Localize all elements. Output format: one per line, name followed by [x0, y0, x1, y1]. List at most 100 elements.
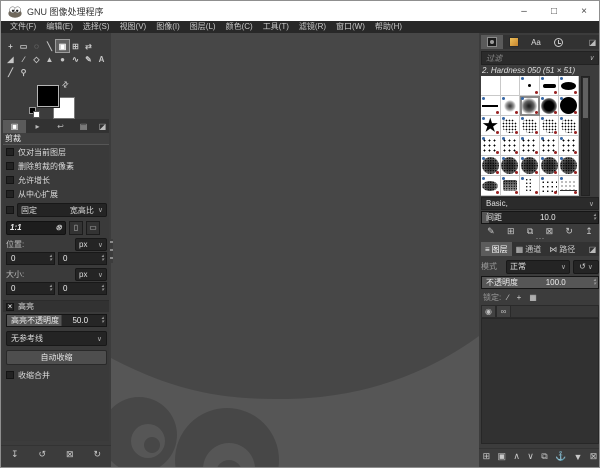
brush-cell[interactable] — [481, 96, 501, 116]
visibility-eye-icon[interactable]: ◉ — [481, 305, 496, 318]
checkbox[interactable] — [6, 162, 14, 170]
position-y-input[interactable]: 0 ▴ ▾ — [58, 252, 107, 265]
menu-item[interactable]: 图像(I) — [151, 21, 185, 33]
brush-cell[interactable] — [539, 76, 560, 96]
lock-pixels-button[interactable]: ∕ — [507, 293, 508, 302]
brush-cell[interactable] — [539, 136, 560, 156]
checkbox[interactable] — [6, 190, 14, 198]
brush-grid-scrollbar[interactable] — [581, 76, 590, 196]
brush-cell[interactable] — [500, 136, 521, 156]
new-layer-button[interactable]: ⊞ — [483, 451, 491, 462]
brush-cell[interactable] — [559, 116, 579, 136]
close-button[interactable]: × — [569, 1, 599, 21]
tab-patterns[interactable] — [503, 35, 525, 49]
brush-tag-dropdown[interactable]: Basic, ∨ — [481, 197, 599, 210]
eraser-tool[interactable]: ◇ — [30, 53, 43, 65]
brush-cell[interactable] — [500, 116, 521, 136]
brush-cell[interactable] — [481, 116, 501, 136]
tab-channels[interactable]: ▦ 通道 — [512, 242, 546, 256]
measure-tool[interactable]: ╲ — [43, 40, 56, 52]
brush-cell[interactable] — [539, 116, 560, 136]
brush-cell[interactable] — [520, 156, 540, 176]
tab-tool-options[interactable]: ▣ — [3, 120, 26, 133]
tab-images[interactable]: ▤ — [72, 120, 95, 133]
brush-cell[interactable] — [559, 176, 579, 196]
aspect-ratio-input[interactable]: 1:1 ⊗ — [6, 220, 66, 235]
layer-mode-dropdown[interactable]: 正常 ∨ — [506, 259, 570, 274]
paintbrush-tool[interactable]: ∕ — [17, 53, 30, 65]
lock-position-button[interactable]: + — [517, 293, 522, 302]
raise-layer-button[interactable]: ∧ — [513, 451, 520, 462]
menu-item[interactable]: 工具(T) — [258, 21, 294, 33]
brush-cell[interactable] — [520, 176, 540, 196]
dock-resize-handle[interactable] — [110, 239, 113, 263]
lock-alpha-button[interactable]: ▦ — [529, 293, 537, 302]
brush-cell[interactable] — [520, 136, 540, 156]
swap-colors-icon[interactable]: ⇄ — [60, 79, 71, 90]
tab-document-history[interactable] — [547, 35, 569, 49]
highlight-checkbox[interactable] — [6, 302, 14, 311]
brush-cell[interactable] — [539, 96, 560, 116]
merge-down-button[interactable]: ▼ — [574, 452, 583, 462]
dock-menu-icon[interactable]: ◪ — [586, 36, 599, 49]
landscape-orientation-button[interactable]: ▭ — [86, 220, 100, 235]
layer-opacity-slider[interactable]: 不透明度 100.0 ▴ ▾ — [481, 276, 599, 289]
menu-item[interactable]: 滤镜(R) — [294, 21, 331, 33]
bucket-fill-tool[interactable]: ◢ — [4, 53, 17, 65]
menu-item[interactable]: 文件(F) — [5, 21, 41, 33]
size-height-input[interactable]: 0 ▴ ▾ — [58, 282, 107, 295]
menu-item[interactable]: 帮助(H) — [370, 21, 407, 33]
tab-undo-history[interactable]: ↩ — [49, 120, 72, 133]
portrait-orientation-button[interactable]: ▯ — [69, 220, 83, 235]
mode-group-switch[interactable]: ↺ ∨ — [573, 259, 599, 274]
brush-cell[interactable] — [500, 156, 521, 176]
brush-cell[interactable] — [500, 76, 521, 96]
menu-item[interactable]: 图层(L) — [185, 21, 221, 33]
clone-tool[interactable]: ● — [56, 53, 69, 65]
menu-item[interactable]: 颜色(C) — [221, 21, 258, 33]
highlight-opacity-slider[interactable]: 高亮不透明度 50.0 ▴ ▾ — [6, 314, 107, 327]
link-icon[interactable]: ∞ — [496, 305, 511, 318]
pencil-tool[interactable]: ╱ — [4, 66, 17, 78]
delete-preset-button[interactable]: ⊠ — [66, 449, 74, 460]
flip-tool[interactable]: ⇄ — [82, 40, 95, 52]
dock-menu-icon[interactable]: ◪ — [96, 120, 109, 133]
tab-paths[interactable]: ⋈ 路径 — [545, 242, 579, 256]
brush-cell[interactable] — [520, 116, 540, 136]
menu-item[interactable]: 选择(S) — [78, 21, 115, 33]
minimize-button[interactable]: – — [509, 1, 539, 21]
crop-tool[interactable]: ▣ — [55, 39, 70, 53]
checkbox[interactable] — [6, 176, 14, 184]
size-width-input[interactable]: 0 ▴ ▾ — [6, 282, 55, 295]
menu-item[interactable]: 编辑(E) — [41, 21, 78, 33]
brush-cell[interactable] — [539, 176, 560, 196]
menu-item[interactable]: 窗口(W) — [331, 21, 370, 33]
brush-spacing-slider[interactable]: 间距 10.0 ▴ ▾ — [481, 211, 599, 224]
brush-cell[interactable] — [520, 96, 540, 116]
foreground-color-swatch[interactable] — [37, 85, 59, 107]
brush-cell[interactable] — [520, 76, 540, 96]
restore-preset-button[interactable]: ↺ — [38, 449, 46, 460]
brush-cell[interactable] — [559, 76, 579, 96]
brush-cell[interactable] — [500, 96, 521, 116]
tab-brushes[interactable] — [481, 35, 503, 49]
menu-item[interactable]: 视图(V) — [115, 21, 152, 33]
default-colors-icon[interactable] — [29, 107, 41, 119]
brush-cell[interactable] — [481, 76, 501, 96]
brush-cell[interactable] — [481, 136, 501, 156]
size-unit-dropdown[interactable]: px ∨ — [75, 268, 107, 281]
brush-cell[interactable] — [559, 96, 579, 116]
guides-dropdown[interactable]: 无参考线 ∨ — [6, 331, 107, 346]
anchor-layer-button[interactable]: ⚓ — [555, 451, 566, 462]
brush-cell[interactable] — [500, 176, 521, 196]
layer-list-empty[interactable] — [481, 318, 599, 444]
save-preset-button[interactable]: ↧ — [11, 449, 19, 460]
text-tool[interactable]: A — [95, 53, 108, 65]
position-x-input[interactable]: 0 ▴ ▾ — [6, 252, 55, 265]
fixed-aspect-dropdown[interactable]: 固定 宽高比 ∨ — [17, 203, 107, 217]
auto-shrink-button[interactable]: 自动收缩 — [6, 350, 107, 365]
brush-cell[interactable] — [481, 156, 501, 176]
scrollbar-thumb[interactable] — [583, 78, 588, 118]
brush-filter-input[interactable]: 过滤 ∨ — [481, 51, 599, 65]
duplicate-layer-button[interactable]: ⧉ — [541, 451, 547, 462]
